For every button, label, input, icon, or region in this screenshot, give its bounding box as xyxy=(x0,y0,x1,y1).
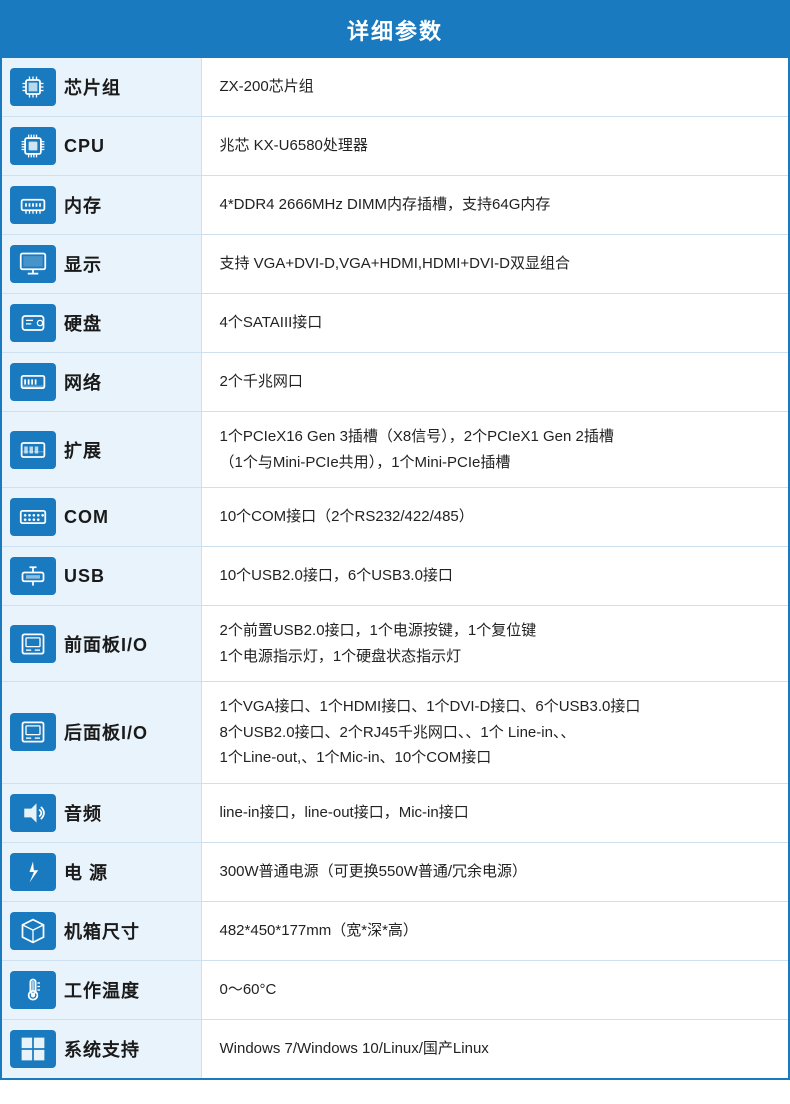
spec-row-network: 网络 2个千兆网口 xyxy=(1,353,789,412)
spec-row-audio: 音频 line-in接口，line-out接口，Mic-in接口 xyxy=(1,783,789,842)
label-cell-harddisk: 硬盘 xyxy=(1,294,201,353)
spec-row-chipset: 芯片组 ZX-200芯片组 xyxy=(1,58,789,117)
os-icon xyxy=(10,1030,56,1068)
label-text-usb: USB xyxy=(64,566,105,587)
usb-icon xyxy=(10,557,56,595)
label-cell-power: 电 源 xyxy=(1,842,201,901)
label-cell-network: 网络 xyxy=(1,353,201,412)
spec-table: 详细参数 芯片组 ZX-200芯片组 xyxy=(0,0,790,1080)
rearpanel-icon xyxy=(10,713,56,751)
label-text-rear-panel: 后面板I/O xyxy=(64,719,148,745)
audio-icon xyxy=(10,794,56,832)
value-cell-os: Windows 7/Windows 10/Linux/国产Linux xyxy=(201,1019,789,1079)
value-cell-harddisk: 4个SATAIII接口 xyxy=(201,294,789,353)
spec-row-os: 系统支持 Windows 7/Windows 10/Linux/国产Linux xyxy=(1,1019,789,1079)
chassis-icon xyxy=(10,912,56,950)
label-text-power: 电 源 xyxy=(64,859,108,885)
label-text-os: 系统支持 xyxy=(64,1036,140,1062)
spec-row-com: COM 10个COM接口（2个RS232/422/485） xyxy=(1,488,789,547)
page-title: 详细参数 xyxy=(1,1,789,58)
label-text-memory: 内存 xyxy=(64,192,102,218)
label-cell-chassis: 机箱尺寸 xyxy=(1,901,201,960)
spec-row-rear-panel: 后面板I/O 1个VGA接口、1个HDMI接口、1个DVI-D接口、6个USB3.… xyxy=(1,682,789,784)
value-cell-front-panel: 2个前置USB2.0接口，1个电源按键，1个复位键1个电源指示灯，1个硬盘状态指… xyxy=(201,606,789,682)
spec-row-cpu: CPU 兆芯 KX-U6580处理器 xyxy=(1,117,789,176)
value-cell-power: 300W普通电源（可更换550W普通/冗余电源） xyxy=(201,842,789,901)
label-cell-memory: 内存 xyxy=(1,176,201,235)
value-cell-chassis: 482*450*177mm（宽*深*高） xyxy=(201,901,789,960)
value-cell-usb: 10个USB2.0接口，6个USB3.0接口 xyxy=(201,547,789,606)
cpu-icon xyxy=(10,127,56,165)
label-cell-expansion: 扩展 xyxy=(1,412,201,488)
com-icon xyxy=(10,498,56,536)
label-cell-front-panel: 前面板I/O xyxy=(1,606,201,682)
value-cell-temperature: 0～60°C xyxy=(201,960,789,1019)
label-text-temperature: 工作温度 xyxy=(64,977,140,1003)
label-text-display: 显示 xyxy=(64,251,102,277)
spec-row-memory: 内存 4*DDR4 2666MHz DIMM内存插槽，支持64G内存 xyxy=(1,176,789,235)
label-cell-temperature: 工作温度 xyxy=(1,960,201,1019)
label-cell-os: 系统支持 xyxy=(1,1019,201,1079)
label-text-front-panel: 前面板I/O xyxy=(64,631,148,657)
label-cell-chipset: 芯片组 xyxy=(1,58,201,117)
label-text-cpu: CPU xyxy=(64,136,105,157)
label-cell-rear-panel: 后面板I/O xyxy=(1,682,201,784)
spec-row-usb: USB 10个USB2.0接口，6个USB3.0接口 xyxy=(1,547,789,606)
display-icon xyxy=(10,245,56,283)
value-cell-expansion: 1个PCIeX16 Gen 3插槽（X8信号），2个PCIeX1 Gen 2插槽… xyxy=(201,412,789,488)
label-cell-cpu: CPU xyxy=(1,117,201,176)
chipset-icon xyxy=(10,68,56,106)
power-icon xyxy=(10,853,56,891)
value-cell-display: 支持 VGA+DVI-D,VGA+HDMI,HDMI+DVI-D双显组合 xyxy=(201,235,789,294)
spec-row-power: 电 源 300W普通电源（可更换550W普通/冗余电源） xyxy=(1,842,789,901)
value-cell-memory: 4*DDR4 2666MHz DIMM内存插槽，支持64G内存 xyxy=(201,176,789,235)
network-icon xyxy=(10,363,56,401)
frontpanel-icon xyxy=(10,625,56,663)
spec-row-expansion: 扩展 1个PCIeX16 Gen 3插槽（X8信号），2个PCIeX1 Gen 2… xyxy=(1,412,789,488)
label-cell-display: 显示 xyxy=(1,235,201,294)
label-cell-audio: 音频 xyxy=(1,783,201,842)
value-cell-cpu: 兆芯 KX-U6580处理器 xyxy=(201,117,789,176)
label-text-chipset: 芯片组 xyxy=(64,74,121,100)
value-cell-chipset: ZX-200芯片组 xyxy=(201,58,789,117)
memory-icon xyxy=(10,186,56,224)
label-text-audio: 音频 xyxy=(64,800,102,826)
label-text-harddisk: 硬盘 xyxy=(64,310,102,336)
spec-row-front-panel: 前面板I/O 2个前置USB2.0接口，1个电源按键，1个复位键1个电源指示灯，1… xyxy=(1,606,789,682)
harddisk-icon xyxy=(10,304,56,342)
value-cell-network: 2个千兆网口 xyxy=(201,353,789,412)
value-cell-audio: line-in接口，line-out接口，Mic-in接口 xyxy=(201,783,789,842)
spec-row-display: 显示 支持 VGA+DVI-D,VGA+HDMI,HDMI+DVI-D双显组合 xyxy=(1,235,789,294)
spec-row-temperature: 工作温度 0～60°C xyxy=(1,960,789,1019)
value-cell-rear-panel: 1个VGA接口、1个HDMI接口、1个DVI-D接口、6个USB3.0接口8个U… xyxy=(201,682,789,784)
value-cell-com: 10个COM接口（2个RS232/422/485） xyxy=(201,488,789,547)
spec-row-chassis: 机箱尺寸 482*450*177mm（宽*深*高） xyxy=(1,901,789,960)
label-text-expansion: 扩展 xyxy=(64,437,102,463)
label-cell-usb: USB xyxy=(1,547,201,606)
label-text-network: 网络 xyxy=(64,369,102,395)
label-text-com: COM xyxy=(64,507,109,528)
title-row: 详细参数 xyxy=(1,1,789,58)
expansion-icon xyxy=(10,431,56,469)
temperature-icon xyxy=(10,971,56,1009)
label-cell-com: COM xyxy=(1,488,201,547)
spec-row-harddisk: 硬盘 4个SATAIII接口 xyxy=(1,294,789,353)
label-text-chassis: 机箱尺寸 xyxy=(64,918,140,944)
